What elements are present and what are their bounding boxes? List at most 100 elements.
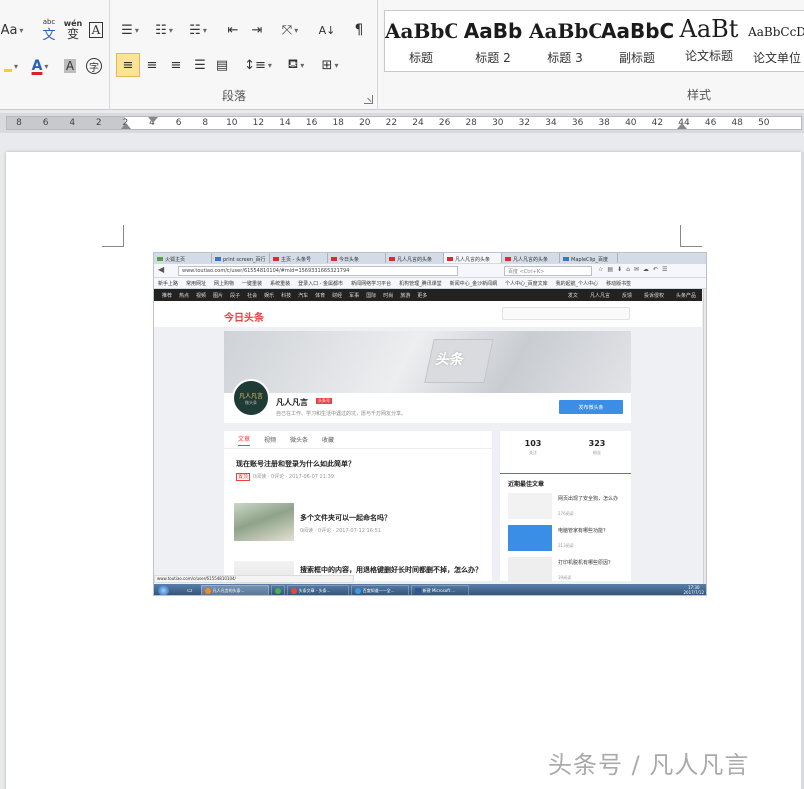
publish-weitoutiao-button: 发布微头条	[559, 400, 623, 414]
document-page[interactable]: 火狐主页 print screen_百行 主页 - 头条号 今日头条 凡人凡言的…	[6, 152, 801, 789]
url-field: www.toutiao.com/c/user/61554810104/#mid=…	[178, 266, 458, 276]
sort-button[interactable]: A↓	[316, 18, 338, 42]
ruler-track: 8 6 4 2 2 4 6 8 10 12 14 16 18 20 22 24 26 28 30 32 34 36 38 40…	[6, 116, 802, 130]
feed-tab: 微头条	[290, 437, 309, 444]
style-heading[interactable]: AaBbC 标题	[385, 11, 457, 73]
font-color-button[interactable]: A ▾	[28, 54, 52, 78]
shading-button[interactable]: ⛾ ▾	[282, 53, 310, 77]
bookmark-item: 我的起航_个人中心	[555, 280, 599, 287]
justify-icon: ☰	[194, 57, 206, 73]
crop-mark-top-left	[102, 225, 124, 247]
numbering-button[interactable]: ☷ ▾	[150, 18, 178, 42]
styles-gallery: AaBbC 标题 AaBb 标题 2 AaBbC 标题 3 AaBbC 副标题 …	[384, 10, 804, 72]
browser-tab: MapleClip_百度	[560, 253, 618, 263]
chrome-icon	[290, 587, 297, 594]
line-spacing-icon: ↕≡	[244, 57, 266, 73]
profile-banner: 头条	[224, 331, 631, 393]
horizontal-ruler[interactable]: 8 6 4 2 2 4 6 8 10 12 14 16 18 20 22 24 26 28 30 32 34 36 38 40…	[0, 113, 804, 133]
toutiao-nav-item: 娱乐	[264, 292, 275, 299]
article-item: 搜索框中的内容，用退格键删好长时间都删不掉，怎么办？	[300, 566, 482, 574]
browser-status-bar: www.toutiao.com/c/user/61554810104/	[154, 575, 354, 583]
toutiao-nav-right-item: 发文	[567, 292, 578, 299]
browser-scrollbar	[703, 289, 706, 584]
multilevel-list-button[interactable]: ☵ ▾	[184, 18, 212, 42]
ruler-tick-label: 40	[625, 118, 637, 128]
font-size-button[interactable]: Aa ▾	[0, 18, 24, 42]
ruler-tick-label: 6	[42, 118, 49, 128]
justify-button[interactable]: ☰	[188, 53, 212, 77]
align-left-button[interactable]: ≡	[116, 53, 140, 77]
ruler-tick-label: 24	[412, 118, 424, 128]
firefox-icon	[204, 587, 211, 594]
crop-mark-top-right	[680, 225, 702, 247]
char-shading-button[interactable]: A	[60, 54, 80, 78]
align-right-button[interactable]: ≡	[164, 53, 188, 77]
browser-tab: print screen_百行	[212, 253, 270, 263]
style-subtitle[interactable]: AaBbC 副标题	[601, 11, 673, 73]
toutiao-nav-item: 财经	[332, 292, 343, 299]
ruler-tick-label: 8	[202, 118, 209, 128]
style-thesis-unit[interactable]: AaBbCcD 论文单位	[747, 11, 804, 73]
feed-tab: 收藏	[322, 437, 335, 444]
browser-tab: 凡人凡言的头条	[386, 253, 444, 263]
toutiao-nav-item: 汽车	[298, 292, 309, 299]
borders-button[interactable]: ⊞ ▾	[316, 53, 344, 77]
show-marks-button[interactable]: ¶	[348, 18, 370, 42]
sidebar-article: 打印机脱机有哪些原因？ 39阅读	[508, 557, 630, 585]
bullets-button[interactable]: ☰ ▾	[116, 18, 144, 42]
sidebar-title: 近期最佳文章	[500, 473, 631, 488]
browser-tab: 凡人凡言的头条	[444, 253, 502, 263]
multilevel-list-icon: ☵	[189, 22, 201, 38]
browser-tab: 火狐主页	[154, 253, 212, 263]
hanging-indent-marker[interactable]	[121, 123, 131, 129]
bookmark-item: 网上购物	[214, 280, 235, 287]
ruler-tick-label: 50	[758, 118, 770, 128]
browser-search-field: 百度 <Ctrl+K>	[504, 266, 592, 276]
ruler-tick-label: 10	[226, 118, 238, 128]
paragraph-dialog-launcher[interactable]	[364, 95, 373, 104]
toutiao-nav-item: 时尚	[383, 292, 394, 299]
ruler-tick-label: 8	[16, 118, 22, 128]
char-border-button[interactable]: A	[86, 18, 106, 42]
taskbar-button: 新建 Microsoft ...	[410, 585, 469, 595]
ruler-tick-label: 42	[651, 118, 664, 128]
right-indent-marker[interactable]	[677, 123, 687, 129]
feed-tab: 文章	[238, 434, 251, 446]
highlight-button[interactable]: ▾	[0, 54, 22, 78]
distributed-button[interactable]: ▤	[210, 53, 234, 77]
embedded-screenshot-image[interactable]: 火狐主页 print screen_百行 主页 - 头条号 今日头条 凡人凡言的…	[153, 252, 707, 596]
increase-indent-button[interactable]: ⇥	[246, 18, 268, 42]
ie-icon	[354, 587, 361, 594]
bookmarks-bar: 新手上路 常用网址 网上购物 一键重装 系统重装 登录入口 - 金属都市 新闻网络学习平台机…	[154, 278, 706, 289]
toutiao-nav-right-item: 头条产品	[675, 292, 696, 299]
wen-button[interactable]: wén 变	[62, 18, 84, 42]
ruler-tick-label: 22	[385, 118, 398, 128]
style-heading-2[interactable]: AaBb 标题 2	[457, 11, 529, 73]
style-heading-3[interactable]: AaBbC 标题 3	[529, 11, 601, 73]
first-line-indent-marker[interactable]	[148, 117, 158, 123]
distributed-icon: ▤	[215, 57, 229, 73]
ruler-left-margin	[7, 117, 125, 129]
decrease-indent-button[interactable]: ⇤	[222, 18, 244, 42]
profile-bar: 凡人凡言 微头条 凡人凡言 头条号 自己在工作、学习和生活中遇过的坑，愿与千万网…	[224, 379, 631, 423]
taskbar-button	[270, 585, 285, 595]
bookmark-item: 新手上路	[158, 280, 179, 287]
align-center-icon: ≡	[146, 57, 158, 73]
word-icon	[414, 587, 421, 594]
toutiao-nav: 推荐 热点 视频 图片 段子 社会 娱乐 科技 汽车 体育 财经 军事 国际 时尚 旅游 更多 发文 凡人凡言 反馈…	[154, 289, 702, 301]
taskbar-button: 凡人凡言的头条...	[200, 585, 269, 595]
line-spacing-button[interactable]: ↕≡ ▾	[244, 53, 272, 77]
chinese-layout-button[interactable]: ⤧ ▾	[276, 18, 304, 42]
bookmark-item: 机构管理_腾讯课堂	[399, 280, 442, 287]
profile-name: 凡人凡言	[276, 398, 308, 407]
phonetic-guide-button[interactable]: abc 文	[38, 18, 60, 43]
ruler-tick-label: 28	[465, 118, 477, 128]
enclose-char-button[interactable]: 字	[84, 54, 104, 78]
style-thesis-title[interactable]: AaBt 论文标题	[673, 11, 745, 73]
toutiao-nav-right: 发文 凡人凡言 反馈 投诉侵权 头条产品	[568, 289, 696, 301]
align-center-button[interactable]: ≡	[140, 53, 164, 77]
stat-followers: 323 粉丝	[588, 439, 606, 455]
abc-icon: abc	[42, 18, 56, 26]
start-orb-icon	[158, 585, 169, 595]
back-arrow-icon: ◀	[158, 265, 165, 274]
